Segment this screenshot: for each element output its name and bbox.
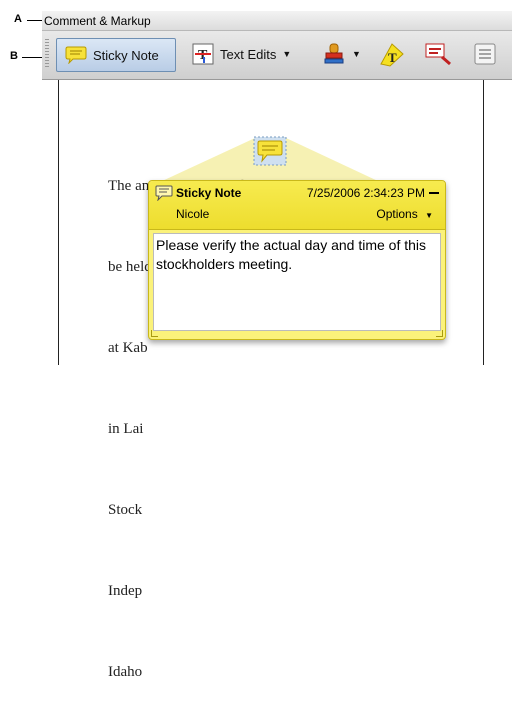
sticky-note-header[interactable]: Sticky Note 7/25/2006 2:34:23 PM Nicole … xyxy=(149,181,445,230)
sticky-note-text: Please verify the actual day and time of… xyxy=(156,237,427,272)
sticky-note-header-icon xyxy=(155,185,173,202)
sticky-note-title: Sticky Note xyxy=(176,186,242,200)
sticky-note-text-area[interactable]: Please verify the actual day and time of… xyxy=(153,233,441,331)
document-line: Indep xyxy=(108,583,143,599)
options-menu-button[interactable]: Options ▼ xyxy=(376,207,433,221)
sticky-note-author: Nicole xyxy=(176,207,210,221)
options-dropdown-arrow-icon: ▼ xyxy=(425,211,433,220)
minimize-note-button[interactable] xyxy=(429,192,439,194)
document-line: Idaho xyxy=(108,664,143,680)
resize-handle-right-icon[interactable] xyxy=(436,330,443,337)
document-line: in Lai xyxy=(108,421,144,437)
sticky-note-popup[interactable]: Sticky Note 7/25/2006 2:34:23 PM Nicole … xyxy=(148,180,446,340)
resize-handle-left-icon[interactable] xyxy=(151,330,158,337)
options-label: Options xyxy=(376,207,418,221)
sticky-note-timestamp: 7/25/2006 2:34:23 PM xyxy=(306,186,425,200)
document-line: Stock xyxy=(108,502,143,518)
sticky-note-anchor-icon[interactable] xyxy=(253,136,287,166)
